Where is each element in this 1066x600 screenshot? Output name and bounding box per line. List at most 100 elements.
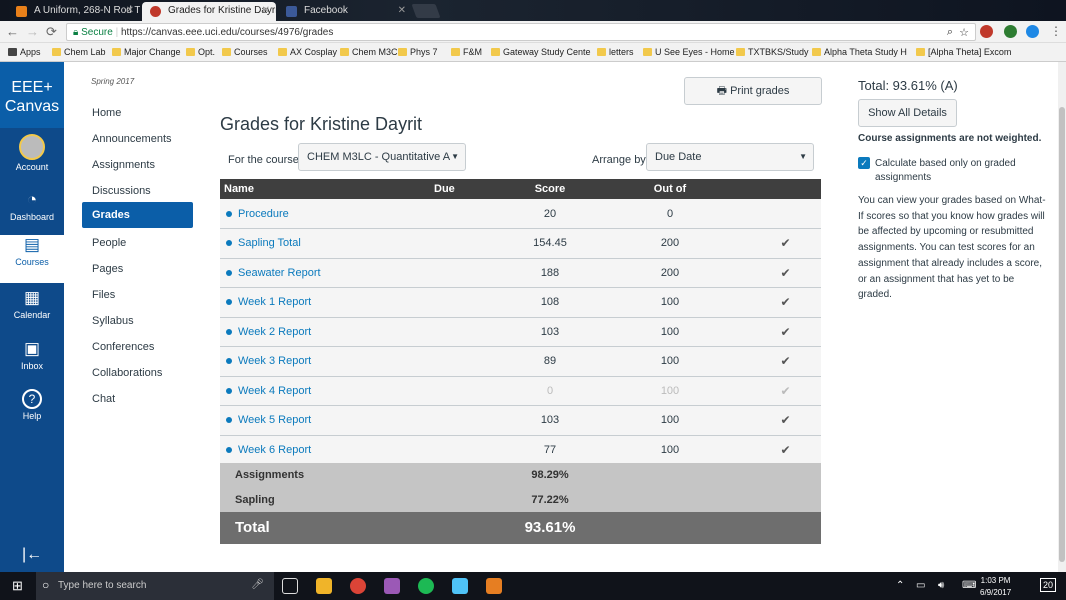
assignment-link[interactable]: Week 1 Report [238, 296, 311, 308]
global-nav-help[interactable]: ? Help [0, 389, 64, 437]
bookmark-item[interactable]: Major Change [112, 47, 181, 57]
close-tab-icon[interactable]: ✕ [262, 5, 270, 16]
bookmark-item[interactable]: [Alpha Theta] Excom [916, 47, 1011, 57]
extension-icon[interactable] [1026, 25, 1039, 38]
bookmark-item[interactable]: TXTBKS/Study [736, 47, 809, 57]
back-icon[interactable]: ← [6, 24, 19, 39]
score-cell[interactable]: 77 [510, 435, 590, 465]
assignment-link[interactable]: Week 4 Report [238, 385, 311, 397]
rubric-check-icon[interactable]: ✔︎ [780, 295, 790, 309]
bookmark-item[interactable]: AX Cosplay [278, 47, 337, 57]
close-tab-icon[interactable]: ✕ [398, 5, 406, 16]
column-header-score[interactable]: Score [510, 179, 590, 199]
taskbar-search-input[interactable]: ○ Type here to search 🎤︎ [36, 572, 274, 600]
star-icon[interactable]: ☆ [959, 26, 969, 39]
course-nav-files[interactable]: Files [82, 282, 193, 308]
app-icon[interactable] [452, 578, 468, 594]
bookmark-item[interactable]: Chem Lab [52, 47, 106, 57]
bookmark-item[interactable]: U See Eyes - Home [643, 47, 735, 57]
assignment-link[interactable]: Week 2 Report [238, 326, 311, 338]
microphone-icon[interactable]: 🎤︎ [251, 579, 264, 590]
global-nav-calendar[interactable]: ▦ Calendar [0, 288, 64, 336]
column-header-out-of[interactable]: Out of [590, 179, 750, 199]
assignment-link[interactable]: Week 6 Report [238, 444, 311, 456]
assignment-link[interactable]: Sapling Total [238, 237, 301, 249]
score-cell[interactable]: 89 [510, 346, 590, 377]
tray-chevron-icon[interactable]: ⌃ [896, 580, 904, 591]
score-cell[interactable]: 0 [510, 376, 590, 406]
course-nav-chat[interactable]: Chat [82, 386, 193, 412]
rubric-check-icon[interactable]: ✔︎ [780, 384, 790, 398]
global-nav-courses[interactable]: ▤ Courses [0, 235, 64, 283]
print-grades-button[interactable]: 🖶︎ Print grades [684, 77, 822, 105]
bookmark-item[interactable]: letters [597, 47, 634, 57]
spotify-icon[interactable] [418, 578, 434, 594]
extension-icon[interactable] [1004, 25, 1017, 38]
app-icon[interactable] [384, 578, 400, 594]
bookmark-item[interactable]: Chem M3C [340, 47, 398, 57]
score-cell[interactable]: 103 [510, 317, 590, 347]
bookmark-item[interactable]: Courses [222, 47, 268, 57]
bookmark-item[interactable]: Alpha Theta Study H [812, 47, 907, 57]
global-nav-dashboard[interactable]: ◔ Dashboard [0, 190, 64, 238]
rubric-check-icon[interactable]: ✔︎ [780, 236, 790, 250]
rubric-check-icon[interactable]: ✔︎ [780, 443, 790, 457]
score-cell[interactable]: 20 [510, 199, 590, 229]
taskbar-clock[interactable]: 1:03 PM 6/9/2017 [980, 575, 1011, 599]
course-nav-grades[interactable]: Grades [82, 202, 193, 228]
course-nav-announcements[interactable]: Announcements [82, 126, 193, 152]
arrange-select[interactable]: Due Date ▼ [646, 143, 814, 171]
bookmark-item[interactable]: Opt. [186, 47, 215, 57]
task-view-icon[interactable] [282, 578, 298, 594]
course-nav-collaborations[interactable]: Collaborations [82, 360, 193, 386]
app-icon[interactable] [486, 578, 502, 594]
assignment-link[interactable]: Week 3 Report [238, 355, 311, 367]
assignment-link[interactable]: Week 5 Report [238, 414, 311, 426]
bookmark-item[interactable]: Phys 7 [398, 47, 438, 57]
rubric-check-icon[interactable]: ✔︎ [780, 413, 790, 427]
course-nav-syllabus[interactable]: Syllabus [82, 308, 193, 334]
score-cell[interactable]: 188 [510, 258, 590, 288]
course-nav-assignments[interactable]: Assignments [82, 152, 193, 178]
bookmark-item[interactable]: Apps [8, 47, 41, 57]
collapse-nav-icon[interactable]: |← [22, 546, 42, 564]
network-icon[interactable]: ▭ [916, 580, 925, 591]
calculate-graded-checkbox[interactable]: ✓ [858, 157, 870, 169]
bookmark-item[interactable]: F&M [451, 47, 482, 57]
show-all-details-button[interactable]: Show All Details [858, 99, 957, 127]
score-cell[interactable]: 108 [510, 287, 590, 318]
column-header-name[interactable]: Name [220, 179, 430, 199]
course-nav-people[interactable]: People [82, 230, 193, 256]
global-nav-account[interactable]: Account [0, 134, 64, 182]
score-cell[interactable]: 154.45 [510, 228, 590, 259]
browser-tab[interactable]: A Uniform, 268-N Rod Th ✕ [8, 2, 140, 21]
zoom-icon[interactable]: ⌕ [947, 26, 953, 39]
column-header-due[interactable]: Due [430, 179, 510, 199]
assignment-link[interactable]: Seawater Report [238, 267, 321, 279]
bookmark-item[interactable]: Gateway Study Cente [491, 47, 591, 57]
windows-start-icon[interactable]: ⊞ [12, 578, 23, 594]
file-explorer-icon[interactable] [316, 578, 332, 594]
reload-icon[interactable]: ⟳ [46, 24, 57, 40]
course-nav-home[interactable]: Home [82, 100, 193, 126]
forward-icon[interactable]: → [26, 24, 39, 39]
rubric-check-icon[interactable]: ✔︎ [780, 266, 790, 280]
chrome-icon[interactable] [350, 578, 366, 594]
rubric-check-icon[interactable]: ✔︎ [780, 325, 790, 339]
score-cell[interactable]: 103 [510, 405, 590, 436]
extension-adblock-icon[interactable] [980, 25, 993, 38]
close-tab-icon[interactable]: ✕ [126, 5, 134, 16]
rubric-check-icon[interactable]: ✔︎ [780, 354, 790, 368]
keyboard-icon[interactable]: ⌨︎ [962, 580, 976, 591]
course-nav-conferences[interactable]: Conferences [82, 334, 193, 360]
volume-icon[interactable]: 🔊︎ [938, 580, 944, 591]
course-nav-pages[interactable]: Pages [82, 256, 193, 282]
notifications-icon[interactable]: 20 [1040, 578, 1057, 592]
new-tab-button[interactable] [411, 4, 441, 18]
calculate-graded-label[interactable]: Calculate based only on graded assignmen… [875, 157, 1035, 185]
menu-icon[interactable]: ⋮ [1050, 24, 1062, 38]
browser-tab[interactable]: Facebook ✕ [278, 2, 412, 21]
scrollbar-thumb[interactable] [1059, 107, 1065, 562]
course-nav-discussions[interactable]: Discussions [82, 178, 193, 204]
canvas-logo[interactable]: EEE+ Canvas [0, 62, 64, 128]
